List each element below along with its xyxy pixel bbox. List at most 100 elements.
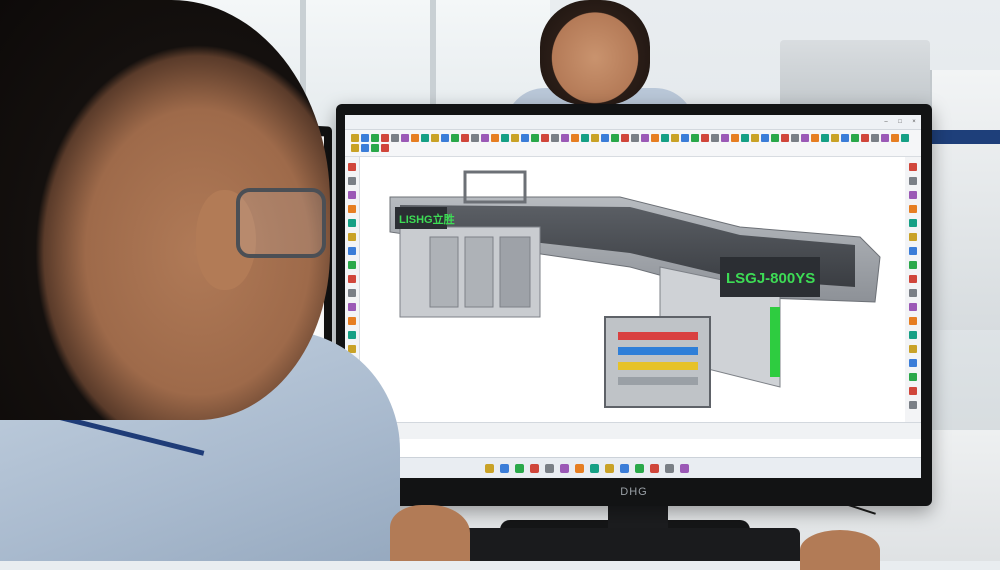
zoom-icon[interactable] — [801, 134, 809, 142]
undo-icon[interactable] — [521, 134, 529, 142]
tool-icon[interactable] — [909, 317, 917, 325]
save-icon[interactable] — [431, 134, 439, 142]
undo-icon[interactable] — [841, 134, 849, 142]
section-icon[interactable] — [581, 134, 589, 142]
measure-icon[interactable] — [621, 134, 629, 142]
taskbar-app-icon[interactable] — [575, 463, 584, 473]
undo-icon[interactable] — [681, 134, 689, 142]
redo-icon[interactable] — [851, 134, 859, 142]
tool-icon[interactable] — [909, 373, 917, 381]
layer-icon[interactable] — [491, 134, 499, 142]
tool-icon[interactable] — [909, 387, 917, 395]
undo-icon[interactable] — [761, 134, 769, 142]
measure-icon[interactable] — [781, 134, 789, 142]
tool-icon[interactable] — [909, 275, 917, 283]
tool-icon[interactable] — [909, 163, 917, 171]
layer-icon[interactable] — [891, 134, 899, 142]
keyboard[interactable] — [440, 528, 800, 561]
minimize-icon[interactable]: – — [879, 119, 893, 125]
rotate-icon[interactable] — [711, 134, 719, 142]
tool-icon[interactable] — [348, 233, 356, 241]
tool-icon[interactable] — [909, 205, 917, 213]
tool-icon[interactable] — [348, 177, 356, 185]
measure-icon[interactable] — [541, 134, 549, 142]
tool-icon[interactable] — [909, 303, 917, 311]
taskbar-app-icon[interactable] — [500, 463, 509, 473]
tool-icon[interactable] — [348, 191, 356, 199]
tool-icon[interactable] — [348, 289, 356, 297]
redo-icon[interactable] — [531, 134, 539, 142]
measure-icon[interactable] — [861, 134, 869, 142]
redo-icon[interactable] — [451, 134, 459, 142]
right-tool-palette[interactable] — [904, 157, 921, 422]
taskbar-app-icon[interactable] — [650, 463, 659, 473]
tool-icon[interactable] — [909, 177, 917, 185]
title-bar[interactable]: – □ × — [345, 115, 921, 130]
tool-icon[interactable] — [909, 261, 917, 269]
tool-icon[interactable] — [909, 289, 917, 297]
zoom-icon[interactable] — [401, 134, 409, 142]
tool-icon[interactable] — [348, 331, 356, 339]
measure-icon[interactable] — [381, 144, 389, 152]
rotate-icon[interactable] — [791, 134, 799, 142]
measure-icon[interactable] — [381, 134, 389, 142]
save-icon[interactable] — [671, 134, 679, 142]
save-icon[interactable] — [591, 134, 599, 142]
measure-icon[interactable] — [701, 134, 709, 142]
layer-icon[interactable] — [571, 134, 579, 142]
tool-icon[interactable] — [909, 247, 917, 255]
zoom-icon[interactable] — [561, 134, 569, 142]
section-icon[interactable] — [741, 134, 749, 142]
taskbar-app-icon[interactable] — [590, 463, 599, 473]
redo-icon[interactable] — [771, 134, 779, 142]
tool-icon[interactable] — [909, 345, 917, 353]
rotate-icon[interactable] — [551, 134, 559, 142]
tool-icon[interactable] — [909, 219, 917, 227]
tool-icon[interactable] — [348, 247, 356, 255]
tool-icon[interactable] — [348, 261, 356, 269]
close-icon[interactable]: × — [907, 119, 921, 125]
undo-icon[interactable] — [361, 134, 369, 142]
os-taskbar[interactable] — [345, 457, 921, 478]
redo-icon[interactable] — [371, 144, 379, 152]
taskbar-app-icon[interactable] — [665, 463, 674, 473]
tool-icon[interactable] — [909, 359, 917, 367]
taskbar-app-icon[interactable] — [605, 463, 614, 473]
maximize-icon[interactable]: □ — [893, 119, 907, 125]
section-icon[interactable] — [661, 134, 669, 142]
layer-icon[interactable] — [811, 134, 819, 142]
save-icon[interactable] — [831, 134, 839, 142]
tool-icon[interactable] — [909, 331, 917, 339]
taskbar-app-icon[interactable] — [545, 463, 554, 473]
tool-icon[interactable] — [348, 205, 356, 213]
zoom-icon[interactable] — [721, 134, 729, 142]
section-icon[interactable] — [901, 134, 909, 142]
measure-icon[interactable] — [461, 134, 469, 142]
tool-icon[interactable] — [909, 191, 917, 199]
section-icon[interactable] — [821, 134, 829, 142]
rotate-icon[interactable] — [871, 134, 879, 142]
undo-icon[interactable] — [441, 134, 449, 142]
redo-icon[interactable] — [371, 134, 379, 142]
save-icon[interactable] — [351, 144, 359, 152]
save-icon[interactable] — [511, 134, 519, 142]
zoom-icon[interactable] — [881, 134, 889, 142]
rotate-icon[interactable] — [471, 134, 479, 142]
layer-icon[interactable] — [651, 134, 659, 142]
ribbon-toolbar[interactable] — [345, 130, 921, 157]
rotate-icon[interactable] — [631, 134, 639, 142]
layer-icon[interactable] — [731, 134, 739, 142]
taskbar-app-icon[interactable] — [530, 463, 539, 473]
tool-icon[interactable] — [348, 317, 356, 325]
taskbar-app-icon[interactable] — [560, 463, 569, 473]
tool-icon[interactable] — [909, 401, 917, 409]
layer-icon[interactable] — [411, 134, 419, 142]
zoom-icon[interactable] — [481, 134, 489, 142]
cad-application-window[interactable]: – □ × LISHG立胜 LSGJ-800YS — [345, 115, 921, 478]
tool-icon[interactable] — [348, 275, 356, 283]
tool-icon[interactable] — [348, 163, 356, 171]
tool-icon[interactable] — [348, 219, 356, 227]
taskbar-app-icon[interactable] — [635, 463, 644, 473]
taskbar-app-icon[interactable] — [680, 463, 689, 473]
taskbar-app-icon[interactable] — [485, 463, 494, 473]
